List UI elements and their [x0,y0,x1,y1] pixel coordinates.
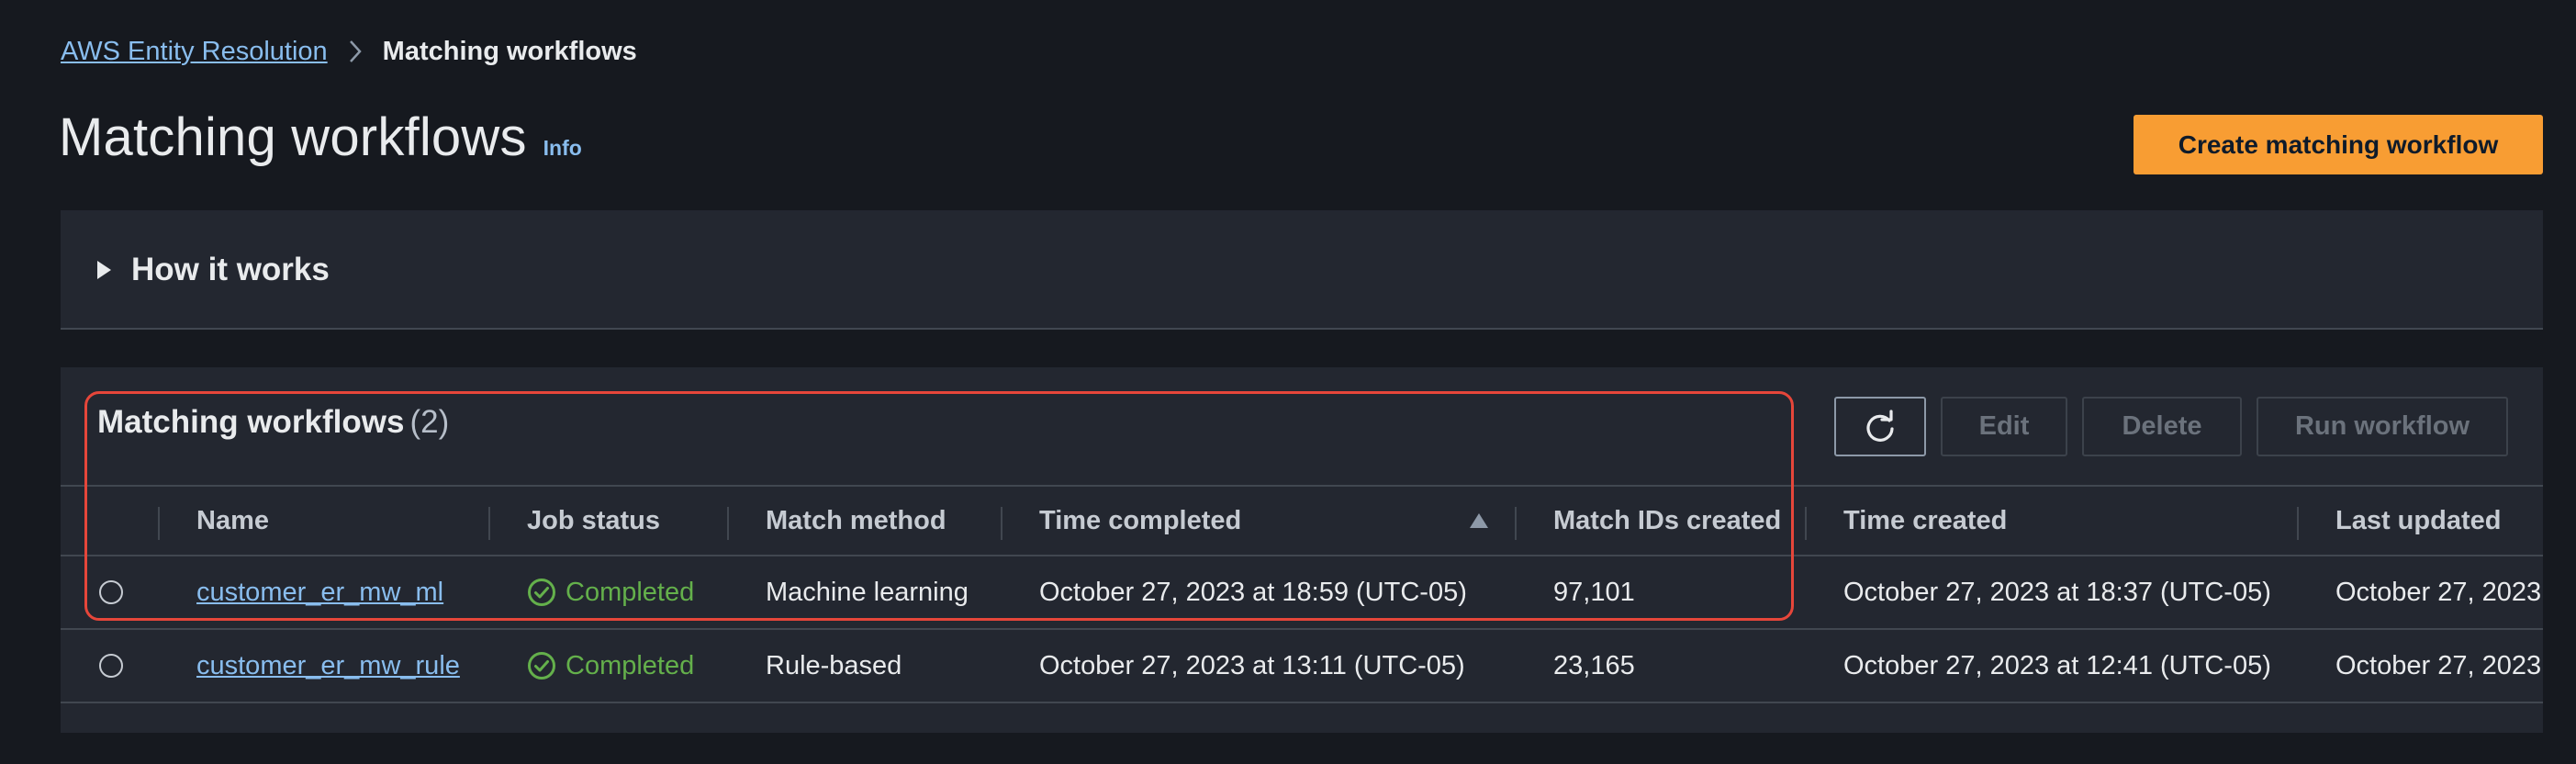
check-circle-icon [528,579,555,606]
column-header-match-ids-created[interactable]: Match IDs created [1553,487,1781,555]
caret-right-icon [97,261,111,279]
how-it-works-toggle[interactable]: How it works [97,210,330,330]
column-header-match-method[interactable]: Match method [766,487,946,555]
last-updated-cell: October 27, 2023 [2335,577,2542,607]
row-select-radio[interactable] [99,580,123,604]
breadcrumb: AWS Entity Resolution Matching workflows [61,33,637,70]
sort-ascending-icon[interactable] [1469,487,1489,555]
page: AWS Entity Resolution Matching workflows… [0,0,2576,764]
workflow-name-cell: customer_er_mw_rule [196,630,460,702]
refresh-button[interactable] [1834,397,1926,456]
column-divider [488,507,490,540]
breadcrumb-current: Matching workflows [382,36,637,66]
page-title: Matching workflows [59,107,527,167]
table-column-headers: Name Job status Match method Time comple… [61,485,2543,556]
table-count: (2) [409,404,450,440]
refresh-icon [1866,409,1894,442]
column-header-last-updated[interactable]: Last updated [2335,487,2501,555]
match-ids-created-cell: 97,101 [1553,577,1635,607]
column-divider [1001,507,1002,540]
match-ids-created-cell: 23,165 [1553,650,1635,680]
workflow-name-link[interactable]: customer_er_mw_rule [196,651,460,681]
column-header-time-created[interactable]: Time created [1843,487,2007,555]
status-badge: Completed [527,651,694,681]
how-it-works-label: How it works [131,252,330,287]
column-header-job-status[interactable]: Job status [527,487,660,555]
page-header: Matching workflows Info [59,107,582,168]
info-link[interactable]: Info [543,136,582,161]
column-divider [1515,507,1517,540]
table-header: Matching workflows (2) Edit Delete Run wo… [61,367,2543,485]
delete-button[interactable]: Delete [2082,397,2242,456]
run-workflow-button[interactable]: Run workflow [2257,397,2508,456]
table-title: Matching workflows (2) [97,404,449,441]
row-select-radio-cell [99,630,123,702]
workflow-name-link[interactable]: customer_er_mw_ml [196,578,443,608]
check-circle-icon [528,652,555,680]
create-matching-workflow-button[interactable]: Create matching workflow [2134,115,2543,174]
breadcrumb-link-entity-resolution[interactable]: AWS Entity Resolution [61,37,328,67]
row-select-radio[interactable] [99,654,123,678]
status-badge: Completed [527,578,694,608]
how-it-works-panel: How it works [61,210,2543,330]
table-title-text: Matching workflows [97,404,405,440]
status-text: Completed [566,650,695,680]
time-completed-cell: October 27, 2023 at 13:11 (UTC-05) [1039,650,1465,680]
matching-workflows-table-panel: Matching workflows (2) Edit Delete Run wo… [61,367,2543,733]
last-updated-cell: October 27, 2023 [2335,650,2542,680]
time-created-cell: October 27, 2023 at 12:41 (UTC-05) [1843,650,2271,680]
time-completed-cell: October 27, 2023 at 18:59 (UTC-05) [1039,577,1467,607]
column-divider [1805,507,1807,540]
chevron-right-icon [348,39,363,64]
status-text: Completed [566,577,695,607]
table-row[interactable]: customer_er_mw_ml Completed Machine lear… [61,556,2543,630]
table-row[interactable]: customer_er_mw_rule Completed Rule-based… [61,630,2543,703]
column-divider [158,507,160,540]
time-created-cell: October 27, 2023 at 18:37 (UTC-05) [1843,577,2271,607]
job-status-cell: Completed [527,630,694,702]
job-status-cell: Completed [527,556,694,628]
match-method-cell: Machine learning [766,577,969,607]
match-method-cell: Rule-based [766,650,902,680]
column-header-name[interactable]: Name [196,487,269,555]
column-divider [727,507,729,540]
workflow-name-cell: customer_er_mw_ml [196,556,443,628]
column-header-time-completed[interactable]: Time completed [1039,487,1241,555]
row-select-radio-cell [99,556,123,628]
edit-button[interactable]: Edit [1941,397,2067,456]
column-divider [2297,507,2299,540]
